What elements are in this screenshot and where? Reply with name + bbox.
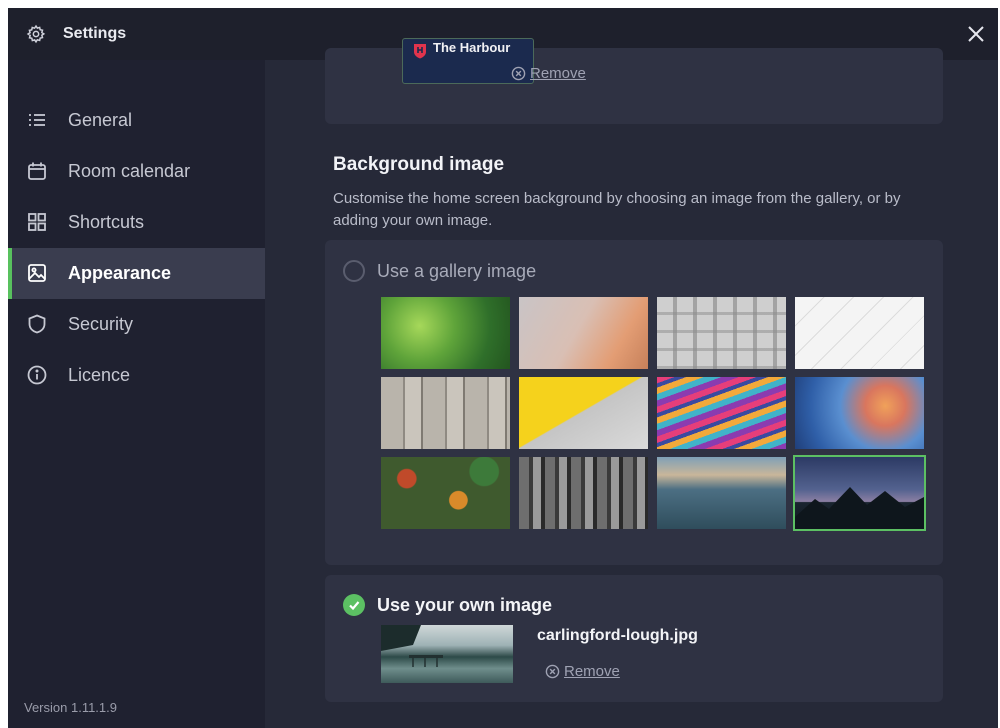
sidebar-item-label: Licence	[68, 365, 131, 385]
remove-label: Remove	[564, 663, 620, 680]
version-label: Version 1.11.1.9	[24, 700, 117, 715]
own-image-remove-link[interactable]: Remove	[545, 663, 620, 680]
mountain-silhouette	[795, 487, 924, 529]
own-image-thumbnail	[381, 625, 513, 683]
sidebar-item-label: Security	[68, 314, 134, 334]
own-image-card: Use your own image carlingford-lough.jpg…	[325, 575, 943, 702]
image-icon	[28, 264, 46, 282]
close-button[interactable]	[962, 20, 990, 48]
gallery-card: Use a gallery image	[325, 240, 943, 565]
remove-label: Remove	[530, 65, 586, 82]
shield-icon	[28, 314, 46, 334]
radio-unchecked-icon	[343, 260, 365, 282]
gallery-thumb-white-tiles[interactable]	[795, 297, 924, 369]
sidebar-item-label: Appearance	[68, 263, 172, 283]
own-image-filename: carlingford-lough.jpg	[537, 627, 698, 644]
gallery-thumb-wooden-planks[interactable]	[381, 377, 510, 449]
logo-text: The Harbour	[433, 40, 511, 55]
calendar-icon	[28, 162, 46, 180]
logo-card: The Harbour Remove	[325, 38, 943, 124]
sidebar-item-security[interactable]: Security	[8, 299, 265, 350]
gallery-image-radio[interactable]: Use a gallery image	[343, 260, 536, 282]
harbour-logo-mark	[414, 44, 426, 59]
gallery-thumb-rocky-coast[interactable]	[657, 457, 786, 529]
settings-window: Settings General Room calendar Shortcuts…	[8, 8, 998, 728]
gallery-thumb-autumn-trees-aerial[interactable]	[381, 457, 510, 529]
section-heading: Background image	[333, 154, 505, 175]
gallery-thumb-colorful-paint-swirl[interactable]	[657, 377, 786, 449]
section-description: Customise the home screen background by …	[333, 190, 901, 229]
window-title: Settings	[63, 25, 127, 42]
gallery-thumb-white-concrete-pattern[interactable]	[657, 297, 786, 369]
gallery-thumb-city-skyline-bw[interactable]	[519, 457, 648, 529]
gear-icon	[26, 24, 46, 44]
gallery-thumb-abstract-blue-orange-paint[interactable]	[795, 377, 924, 449]
sidebar-item-label: Shortcuts	[68, 212, 145, 232]
gallery-thumb-blurred-peach-gradient[interactable]	[519, 297, 648, 369]
remove-circle-icon	[511, 66, 526, 81]
close-icon	[968, 26, 984, 42]
own-image-radio[interactable]: Use your own image	[343, 594, 552, 616]
list-icon	[29, 114, 45, 126]
gallery-grid	[381, 292, 926, 531]
sidebar-item-licence[interactable]: Licence	[8, 350, 265, 401]
pier-silhouette	[381, 625, 443, 667]
gallery-thumb-mountains-night-sky[interactable]	[793, 455, 926, 531]
sidebar: General Room calendar Shortcuts Appearan…	[8, 60, 265, 728]
info-icon	[27, 365, 47, 385]
sidebar-item-appearance[interactable]: Appearance	[8, 248, 265, 299]
radio-label: Use your own image	[377, 594, 553, 615]
appearance-content: The Harbour Remove Background image Cust…	[265, 38, 998, 728]
remove-circle-icon	[545, 664, 560, 679]
logo-remove-link[interactable]: Remove	[511, 65, 586, 82]
gallery-thumb-yellow-grey-diagonal[interactable]	[519, 377, 648, 449]
grid-icon	[28, 213, 46, 231]
sidebar-item-label: General	[68, 110, 133, 130]
gallery-thumb-green-leaves[interactable]	[381, 297, 510, 369]
sidebar-item-shortcuts[interactable]: Shortcuts	[8, 197, 265, 248]
sidebar-item-room-calendar[interactable]: Room calendar	[8, 146, 265, 197]
checkmark-icon	[343, 594, 365, 616]
radio-label: Use a gallery image	[377, 260, 537, 281]
sidebar-item-label: Room calendar	[68, 161, 191, 181]
sidebar-item-general[interactable]: General	[8, 95, 265, 146]
